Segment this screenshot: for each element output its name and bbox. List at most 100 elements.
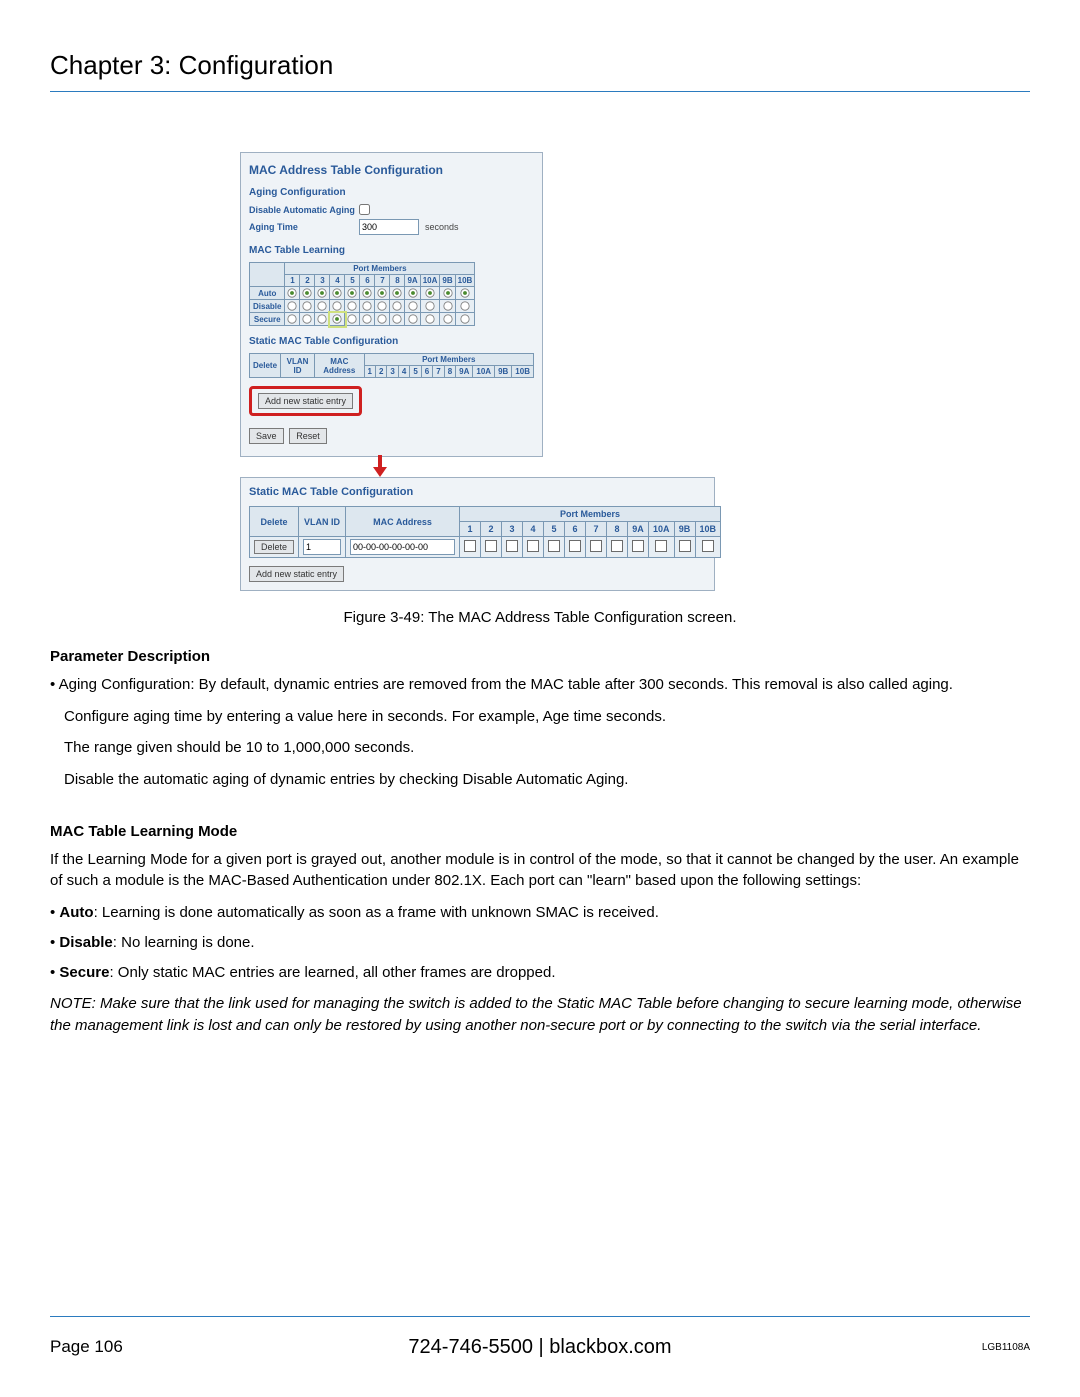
radio-disable[interactable] [405,300,420,313]
radio-auto[interactable] [420,287,440,300]
port-col: 5 [410,366,421,378]
col-mac: MAC Address [346,507,460,537]
delete-row-button[interactable]: Delete [254,540,294,554]
radio-disable[interactable] [420,300,440,313]
radio-auto[interactable] [300,287,315,300]
port-col: 2 [300,275,315,287]
radio-disable[interactable] [330,300,345,313]
radio-disable[interactable] [300,300,315,313]
port-checkbox[interactable] [590,540,602,552]
radio-secure[interactable] [345,313,360,326]
radio-auto[interactable] [405,287,420,300]
radio-disable[interactable] [360,300,375,313]
static-section-title: Static MAC Table Configuration [249,336,534,347]
port-col: 7 [433,366,444,378]
add-static-entry-button2[interactable]: Add new static entry [249,566,344,582]
radio-disable[interactable] [390,300,405,313]
vlan-id-input[interactable] [303,539,341,555]
port-col: 8 [390,275,405,287]
radio-secure[interactable] [300,313,315,326]
port-col: 9B [495,366,512,378]
radio-secure[interactable] [375,313,390,326]
radio-disable[interactable] [315,300,330,313]
port-checkbox[interactable] [569,540,581,552]
port-col: 1 [364,366,375,378]
radio-secure[interactable] [285,313,300,326]
radio-auto[interactable] [375,287,390,300]
col-delete: Delete [250,507,299,537]
list-item: • Auto: Learning is done automatically a… [50,902,1030,924]
port-checkbox[interactable] [506,540,518,552]
static-mac-panel: Static MAC Table Configuration Delete VL… [240,477,715,591]
disable-aging-checkbox[interactable] [359,204,370,215]
radio-auto[interactable] [360,287,375,300]
port-checkbox[interactable] [548,540,560,552]
radio-secure[interactable] [330,313,345,326]
port-col: 6 [421,366,432,378]
port-checkbox[interactable] [485,540,497,552]
panel1-title: MAC Address Table Configuration [249,163,534,177]
radio-secure[interactable] [315,313,330,326]
save-button[interactable]: Save [249,428,284,444]
auto-text: : Learning is done automatically as soon… [94,904,659,921]
reset-button[interactable]: Reset [289,428,327,444]
row-disable: Disable [250,300,285,313]
footer-divider [50,1316,1030,1317]
radio-auto[interactable] [440,287,455,300]
port-col: 9A [628,522,649,537]
port-col: 10A [649,522,675,537]
body-text: Parameter Description • Aging Configurat… [50,646,1030,1037]
mac-config-panel: MAC Address Table Configuration Aging Co… [240,152,543,457]
port-col: 8 [607,522,628,537]
aging-time-input[interactable] [359,219,419,235]
radio-secure[interactable] [360,313,375,326]
port-checkbox[interactable] [527,540,539,552]
port-members-header: Port Members [285,263,475,275]
radio-disable[interactable] [345,300,360,313]
port-checkbox[interactable] [702,540,714,552]
radio-auto[interactable] [390,287,405,300]
radio-auto[interactable] [285,287,300,300]
row-secure: Secure [250,313,285,326]
port-col: 5 [345,275,360,287]
callout-arrow [240,457,543,477]
radio-disable[interactable] [440,300,455,313]
paragraph: If the Learning Mode for a given port is… [50,849,1030,893]
port-checkbox[interactable] [655,540,667,552]
port-col: 6 [360,275,375,287]
list-item: • Secure: Only static MAC entries are le… [50,962,1030,984]
screenshot-area: MAC Address Table Configuration Aging Co… [240,152,900,591]
param-description-title: Parameter Description [50,646,1030,668]
arrow-icon [370,455,390,479]
radio-auto[interactable] [330,287,345,300]
panel2-title: Static MAC Table Configuration [249,486,706,498]
static-col-vlan: VLAN ID [281,354,315,378]
disable-text: : No learning is done. [113,934,255,951]
paragraph: The range given should be 10 to 1,000,00… [64,737,1030,759]
learning-section-title: MAC Table Learning [249,245,534,256]
radio-auto[interactable] [455,287,475,300]
aging-time-label: Aging Time [249,222,359,232]
page-footer: Page 106 724-746-5500 | blackbox.com LGB… [50,1337,1030,1357]
radio-secure[interactable] [440,313,455,326]
port-col: 2 [481,522,502,537]
port-col: 3 [387,366,398,378]
radio-disable[interactable] [285,300,300,313]
port-checkbox[interactable] [464,540,476,552]
port-checkbox[interactable] [611,540,623,552]
port-col: 3 [502,522,523,537]
radio-secure[interactable] [455,313,475,326]
port-col: 7 [375,275,390,287]
radio-secure[interactable] [420,313,440,326]
radio-disable[interactable] [455,300,475,313]
radio-secure[interactable] [390,313,405,326]
add-static-entry-button[interactable]: Add new static entry [258,393,353,409]
port-checkbox[interactable] [632,540,644,552]
radio-disable[interactable] [375,300,390,313]
radio-auto[interactable] [345,287,360,300]
mac-address-input[interactable] [350,539,455,555]
radio-secure[interactable] [405,313,420,326]
port-checkbox[interactable] [679,540,691,552]
radio-auto[interactable] [315,287,330,300]
port-col: 10B [512,366,534,378]
